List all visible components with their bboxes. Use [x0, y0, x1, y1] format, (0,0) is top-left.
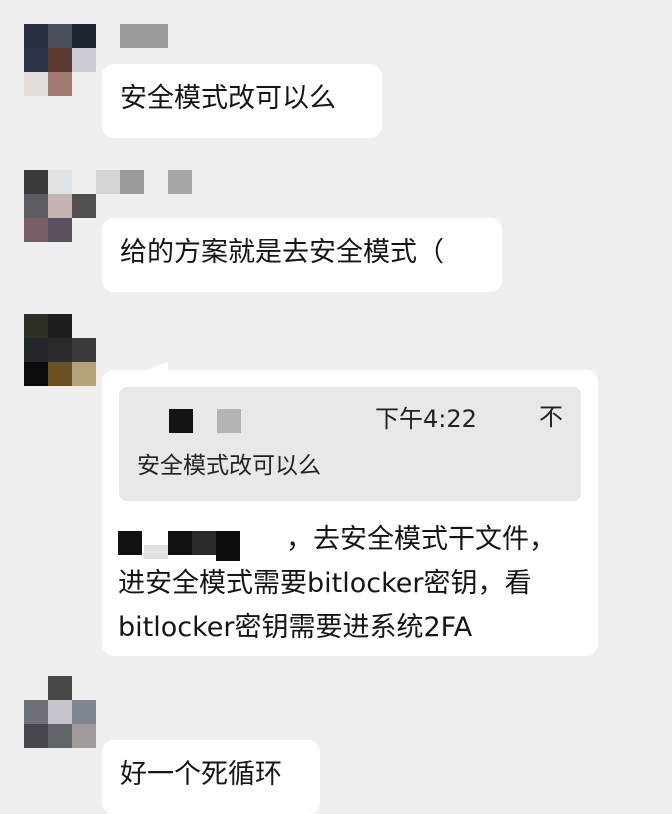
quoted-sender-redacted: [217, 409, 241, 433]
message-bubble[interactable]: 好一个死循环: [102, 740, 320, 814]
message-bubble[interactable]: 安全模式改可以么: [102, 64, 382, 138]
message-text: 安全模式改可以么: [120, 83, 336, 114]
avatar[interactable]: [24, 170, 96, 242]
reply-line-2: 进安全模式需要bitlocker密钥，看: [118, 568, 532, 599]
reply-line-1: ，去安全模式干文件，: [118, 518, 556, 562]
sender-name-redacted: [120, 24, 168, 48]
reply-line-1-text: ，去安全模式干文件，: [286, 524, 556, 555]
reply-line-3: bitlocker密钥需要进系统2FA: [118, 612, 473, 643]
collapse-quote-icon[interactable]: 不: [539, 399, 563, 435]
reply-text: ，去安全模式干文件， 进安全模式需要bitlocker密钥，看 bitlocke…: [118, 518, 556, 650]
message-text: 给的方案就是去安全模式（: [120, 237, 444, 268]
quoted-sender-redacted: [169, 409, 193, 433]
quoted-text: 安全模式改可以么: [137, 453, 321, 479]
quoted-message[interactable]: 下午4:22 不 安全模式改可以么: [119, 387, 581, 501]
message-bubble[interactable]: 给的方案就是去安全模式（: [102, 218, 502, 292]
quoted-time: 下午4:22: [375, 405, 477, 433]
mention-redacted: [118, 521, 286, 561]
avatar[interactable]: [24, 314, 96, 386]
bubble-tail: [142, 362, 168, 372]
sender-name-redacted: [96, 170, 192, 194]
avatar[interactable]: [24, 24, 96, 96]
message-text: 好一个死循环: [120, 759, 282, 790]
avatar[interactable]: [24, 676, 96, 748]
